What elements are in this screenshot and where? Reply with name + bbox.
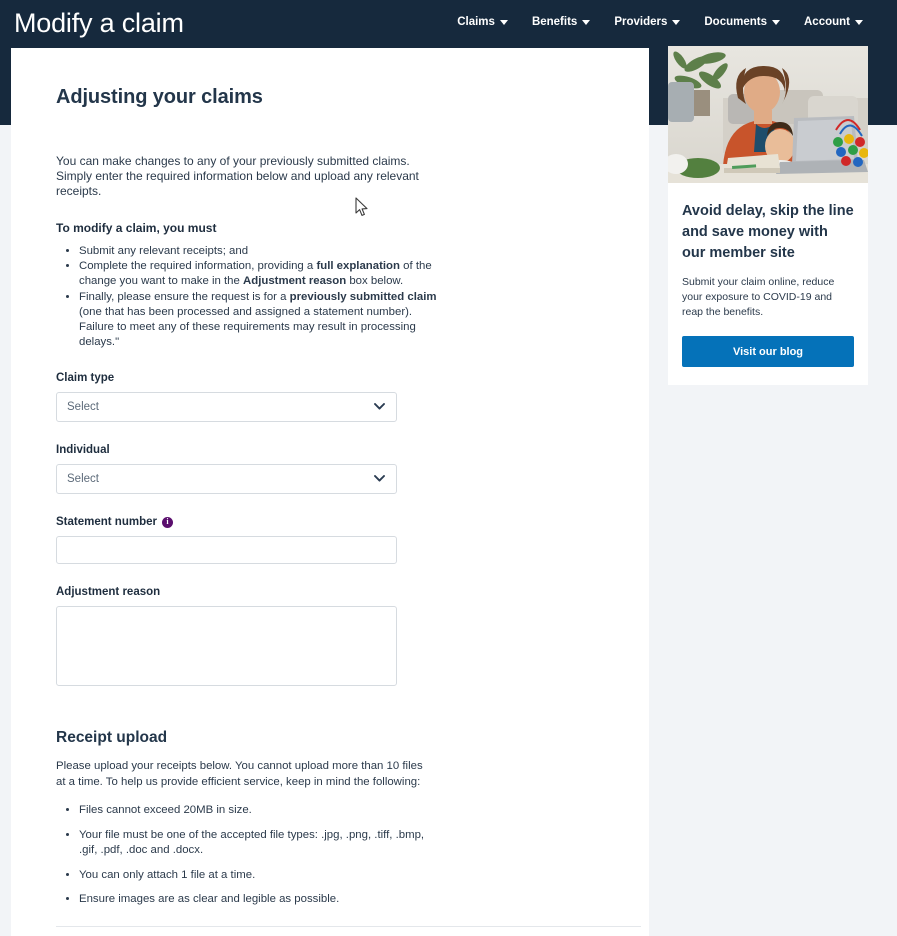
- receipt-upload-rules-list: Files cannot exceed 20MB in size. Your f…: [56, 803, 436, 908]
- list-item-text: Finally, please ensure the request is fo…: [79, 290, 290, 303]
- chevron-down-icon: [582, 20, 591, 25]
- chevron-down-icon: [772, 20, 780, 25]
- requirements-lead: To modify a claim, you must: [56, 221, 217, 235]
- individual-select[interactable]: Select: [56, 464, 397, 495]
- field-label-text: Adjustment reason: [56, 586, 161, 599]
- list-item: Files cannot exceed 20MB in size.: [79, 803, 436, 819]
- nav-item-documents[interactable]: Documents: [704, 16, 780, 28]
- list-item-text: (one that has been processed and assigne…: [79, 305, 416, 349]
- nav-item-label: Documents: [704, 16, 767, 28]
- nav-item-providers[interactable]: Providers: [614, 16, 681, 28]
- field-label: Claim type: [56, 372, 604, 384]
- nav-item-claims[interactable]: Claims: [457, 16, 508, 28]
- list-item: You can only attach 1 file at a time.: [79, 868, 436, 884]
- nav-item-label: Benefits: [531, 16, 578, 28]
- promo-card: Avoid delay, skip the line and save mone…: [668, 46, 868, 385]
- field-adjustment-reason: Adjustment reason: [56, 586, 604, 691]
- list-item: Finally, please ensure the request is fo…: [79, 290, 446, 351]
- field-label-text: Claim type: [56, 372, 115, 385]
- receipt-upload-intro: Please upload your receipts below. You c…: [56, 760, 423, 788]
- field-label-text: Statement number: [56, 516, 157, 529]
- chevron-down-icon: [374, 403, 385, 410]
- select-value: Select: [67, 473, 99, 486]
- list-item-text: Submit any relevant receipts; and: [79, 245, 249, 257]
- nav-item-account[interactable]: Account: [804, 16, 863, 28]
- chevron-down-icon: [374, 475, 385, 482]
- visit-our-blog-button[interactable]: Visit our blog: [682, 336, 854, 367]
- section-heading-receipt-upload: Receipt upload: [56, 729, 168, 747]
- field-label: Adjustment reason: [56, 586, 604, 598]
- list-item-emphasis: previously submitted claim: [289, 290, 437, 303]
- list-item: Complete the required information, provi…: [79, 259, 446, 289]
- nav-item-benefits[interactable]: Benefits: [531, 16, 591, 28]
- main-navigation: Claims Benefits Providers Documents Acco…: [457, 16, 863, 28]
- nav-item-label: Account: [804, 16, 850, 28]
- list-item-emphasis: Adjustment reason: [243, 275, 347, 288]
- list-item-emphasis: full explanation: [316, 260, 400, 273]
- list-item: Submit any relevant receipts; and: [79, 244, 446, 259]
- adjustment-reason-textarea[interactable]: [56, 606, 397, 687]
- field-individual: Individual Select: [56, 444, 604, 495]
- main-content-card: Adjusting your claims You can make chang…: [11, 48, 649, 936]
- section-heading-adjusting: Adjusting your claims: [56, 86, 263, 108]
- nav-item-label: Claims: [457, 16, 495, 28]
- field-label-text: Individual: [56, 444, 110, 457]
- claim-type-select[interactable]: Select: [56, 392, 397, 423]
- field-label: Statement number i: [56, 516, 604, 528]
- field-claim-type: Claim type Select: [56, 372, 604, 423]
- info-icon[interactable]: i: [161, 516, 173, 528]
- select-value: Select: [67, 401, 99, 414]
- woman-with-baby-at-laptop-photo: [668, 46, 868, 183]
- page-title: Modify a claim: [14, 8, 184, 38]
- chevron-down-icon: [672, 20, 681, 25]
- list-item: Your file must be one of the accepted fi…: [79, 828, 436, 859]
- list-item-text: box below.: [346, 275, 404, 288]
- header-bar: Modify a claim Claims Benefits Providers…: [0, 0, 897, 48]
- promo-image: [668, 46, 868, 183]
- promo-description: Submit your claim online, reduce your ex…: [682, 276, 835, 318]
- nav-item-label: Providers: [614, 16, 668, 28]
- field-label: Individual: [56, 444, 604, 456]
- chevron-down-icon: [855, 20, 863, 25]
- list-item-text: Complete the required information, provi…: [79, 260, 317, 273]
- promo-title: Avoid delay, skip the line and save mone…: [682, 203, 854, 261]
- field-statement-number: Statement number i: [56, 516, 604, 565]
- list-item: Ensure images are as clear and legible a…: [79, 892, 436, 908]
- chevron-down-icon: [499, 20, 508, 25]
- section-divider: [56, 925, 641, 927]
- statement-number-input[interactable]: [56, 536, 397, 565]
- requirements-list: Submit any relevant receipts; and Comple…: [56, 244, 446, 350]
- intro-paragraph: You can make changes to any of your prev…: [56, 154, 419, 198]
